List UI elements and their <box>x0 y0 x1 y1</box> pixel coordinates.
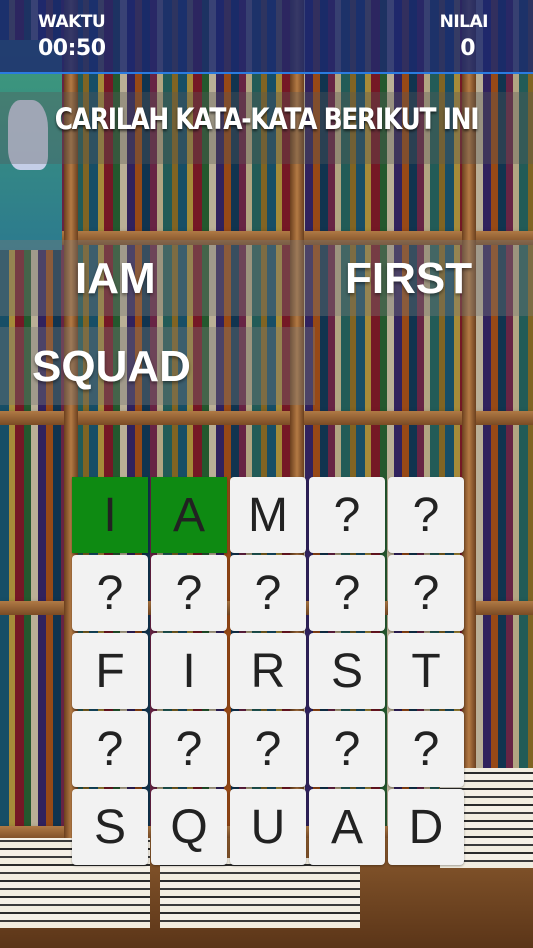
score-label: NILAI <box>439 12 489 32</box>
timer-label: WAKTU <box>38 12 106 32</box>
letter-tile[interactable]: S <box>72 789 148 865</box>
letter-tile[interactable]: T <box>388 633 464 709</box>
letter-tile[interactable]: S <box>309 633 385 709</box>
letter-tile[interactable]: ? <box>309 555 385 631</box>
letter-tile[interactable]: A <box>151 477 227 553</box>
target-word: IAM <box>75 254 156 303</box>
letter-tile[interactable]: I <box>151 633 227 709</box>
score-value: 0 <box>460 36 475 61</box>
letter-tile[interactable]: ? <box>72 711 148 787</box>
letter-tile[interactable]: Q <box>151 789 227 865</box>
letter-tile[interactable]: ? <box>230 555 306 631</box>
letter-tile[interactable]: U <box>230 789 306 865</box>
letter-tile[interactable]: A <box>309 789 385 865</box>
letter-tile[interactable]: ? <box>151 555 227 631</box>
letter-tile[interactable]: D <box>388 789 464 865</box>
timer-value: 00:50 <box>38 36 106 61</box>
letter-tile[interactable]: ? <box>388 711 464 787</box>
target-word: FIRST <box>345 254 473 303</box>
letter-tile[interactable]: ? <box>230 711 306 787</box>
letter-grid: I A M??????? F I R S T????? S Q U A D <box>72 477 464 865</box>
top-hud-bar: WAKTU 00:50 NILAI 0 <box>0 0 533 74</box>
letter-tile[interactable]: ? <box>388 477 464 553</box>
target-word: SQUAD <box>32 342 191 391</box>
letter-tile[interactable]: ? <box>309 477 385 553</box>
letter-tile[interactable]: F <box>72 633 148 709</box>
letter-tile[interactable]: ? <box>72 555 148 631</box>
letter-tile[interactable]: ? <box>388 555 464 631</box>
prompt-text: CARILAH KATA-KATA BERIKUT INI <box>54 102 480 136</box>
book-stack <box>160 858 360 928</box>
letter-tile[interactable]: ? <box>309 711 385 787</box>
letter-tile[interactable]: M <box>230 477 306 553</box>
letter-tile[interactable]: R <box>230 633 306 709</box>
letter-tile[interactable]: ? <box>151 711 227 787</box>
letter-tile[interactable]: I <box>72 477 148 553</box>
